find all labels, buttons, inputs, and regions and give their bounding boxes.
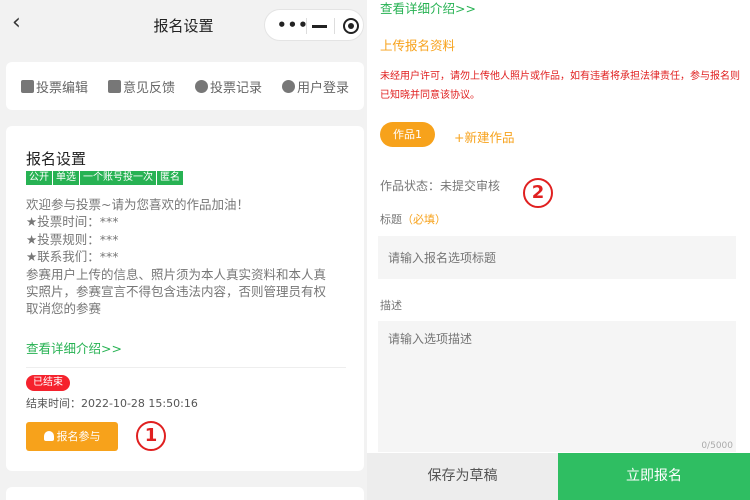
end-time: 结束时间：2022-10-28 15:50:16	[26, 397, 198, 410]
calendar-icon	[108, 80, 121, 93]
function-tabs: 投票编辑 意见反馈 投票记录 用户登录	[6, 62, 364, 110]
badge-public: 公开	[26, 171, 52, 185]
tab-vote-edit[interactable]: 投票编辑	[21, 77, 88, 96]
title-label-text: 标题	[380, 213, 402, 226]
join-button-label: 报名参与	[56, 430, 101, 443]
signup-form-panel: 查看详细介绍>> 上传报名资料 未经用户许可，请勿上传他人照片或作品，如有违者将…	[367, 0, 750, 500]
login-icon	[282, 80, 295, 93]
join-button[interactable]: 报名参与	[26, 422, 118, 451]
vote-description: 欢迎参与投票~请为您喜欢的作品加油！ ★投票时间：*** ★投票规则：*** ★…	[26, 196, 351, 318]
desc-line: 实照片，参赛宣言不得包含违法内容，否则管理员有权	[26, 284, 327, 300]
tab-label: 用户登录	[297, 81, 350, 96]
ended-badge: 已结束	[26, 375, 70, 391]
minimize-icon[interactable]	[312, 25, 327, 28]
pencil-icon	[21, 80, 34, 93]
work-status: 作品状态：未提交审核	[380, 179, 501, 193]
badge-one-vote-per-account: 一个账号投一次	[80, 171, 156, 185]
title-input[interactable]	[378, 236, 736, 279]
required-mark: （必填）	[402, 213, 446, 226]
card-title: 报名设置	[26, 150, 87, 168]
tab-label: 投票记录	[210, 81, 263, 96]
tab-feedback[interactable]: 意见反馈	[108, 77, 175, 96]
vote-info-card: 报名设置 公开 单选 一个账号投一次 匿名 欢迎参与投票~请为您喜欢的作品加油！…	[6, 126, 364, 471]
upload-section-title: 上传报名资料	[380, 38, 456, 53]
badge-anonymous: 匿名	[157, 171, 183, 185]
save-draft-button[interactable]: 保存为草稿	[367, 453, 558, 500]
annotation-marker-1: 1	[136, 421, 166, 451]
tab-vote-records[interactable]: 投票记录	[195, 77, 262, 96]
desc-line: ★投票时间：***	[26, 214, 119, 230]
add-user-icon	[43, 431, 54, 441]
desc-line: ★投票规则：***	[26, 231, 119, 247]
badge-single-choice: 单选	[53, 171, 79, 185]
char-counter: 0/5000	[701, 441, 733, 451]
title-label: 标题（必填）	[380, 211, 446, 227]
desc-line: 欢迎参与投票~请为您喜欢的作品加油！	[26, 197, 249, 212]
left-panel: ‹ 报名设置 ••• 投票编辑 意见反馈 投票记录 用户登录 报名设置 公开 单…	[0, 0, 367, 500]
tab-user-login[interactable]: 用户登录	[282, 77, 349, 96]
divider	[26, 367, 346, 368]
new-work-button[interactable]: +新建作品	[454, 127, 514, 146]
close-icon[interactable]	[343, 18, 359, 34]
capsule-divider	[334, 18, 335, 34]
annotation-marker-2: 2	[523, 178, 553, 208]
copyright-warning: 未经用户许可，请勿上传他人照片或作品，如有违者将承担法律责任，参与报名则已知晓并…	[380, 71, 740, 101]
next-card	[6, 487, 364, 500]
capsule-divider	[306, 18, 307, 34]
user-icon	[195, 80, 208, 93]
tab-label: 投票编辑	[36, 81, 89, 96]
navigation-bar: ‹ 报名设置 •••	[0, 0, 367, 50]
bottom-action-bar: 保存为草稿 立即报名	[367, 453, 750, 500]
description-textarea[interactable]	[378, 321, 736, 452]
more-icon[interactable]: •••	[277, 16, 309, 34]
submit-signup-button[interactable]: 立即报名	[558, 453, 750, 500]
tab-work-1[interactable]: 作品1	[380, 122, 435, 147]
desc-line: 取消您的参赛	[26, 301, 102, 317]
desc-line: 参赛用户上传的信息、照片须为本人真实资料和本人真	[26, 266, 327, 282]
mini-program-capsule: •••	[264, 9, 364, 41]
desc-line: ★联系我们：***	[26, 249, 119, 265]
tab-label: 意见反馈	[123, 81, 176, 96]
view-details-link[interactable]: 查看详细介绍>>	[380, 0, 476, 17]
badge-row: 公开 单选 一个账号投一次 匿名	[26, 171, 184, 185]
view-details-link[interactable]: 查看详细介绍>>	[26, 338, 122, 357]
description-label: 描述	[380, 299, 402, 312]
